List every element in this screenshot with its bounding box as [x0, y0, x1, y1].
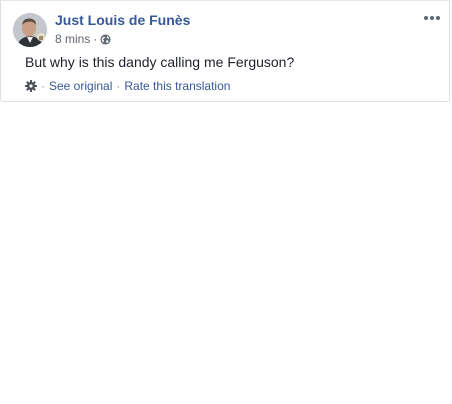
post-meta: 8 mins ·	[55, 32, 111, 46]
avatar-image	[13, 13, 47, 47]
translation-separator: ·	[116, 79, 121, 93]
globe-icon[interactable]	[100, 33, 111, 45]
feed-post: Just Louis de Funès 8 mins · But why is …	[0, 0, 450, 102]
author-name[interactable]: Just Louis de Funès	[55, 12, 190, 28]
meta-separator: ·	[93, 32, 98, 46]
translation-bar: · See original · Rate this translation	[25, 79, 230, 93]
gear-icon[interactable]	[25, 80, 37, 92]
rate-translation-link[interactable]: Rate this translation	[124, 79, 230, 93]
post-timestamp[interactable]: 8 mins	[55, 32, 90, 46]
see-original-link[interactable]: See original	[49, 79, 112, 93]
post-text: But why is this dandy calling me Ferguso…	[25, 54, 295, 70]
more-horizontal-icon[interactable]	[423, 11, 441, 25]
author-avatar[interactable]	[13, 13, 47, 47]
translation-separator: ·	[41, 79, 45, 93]
